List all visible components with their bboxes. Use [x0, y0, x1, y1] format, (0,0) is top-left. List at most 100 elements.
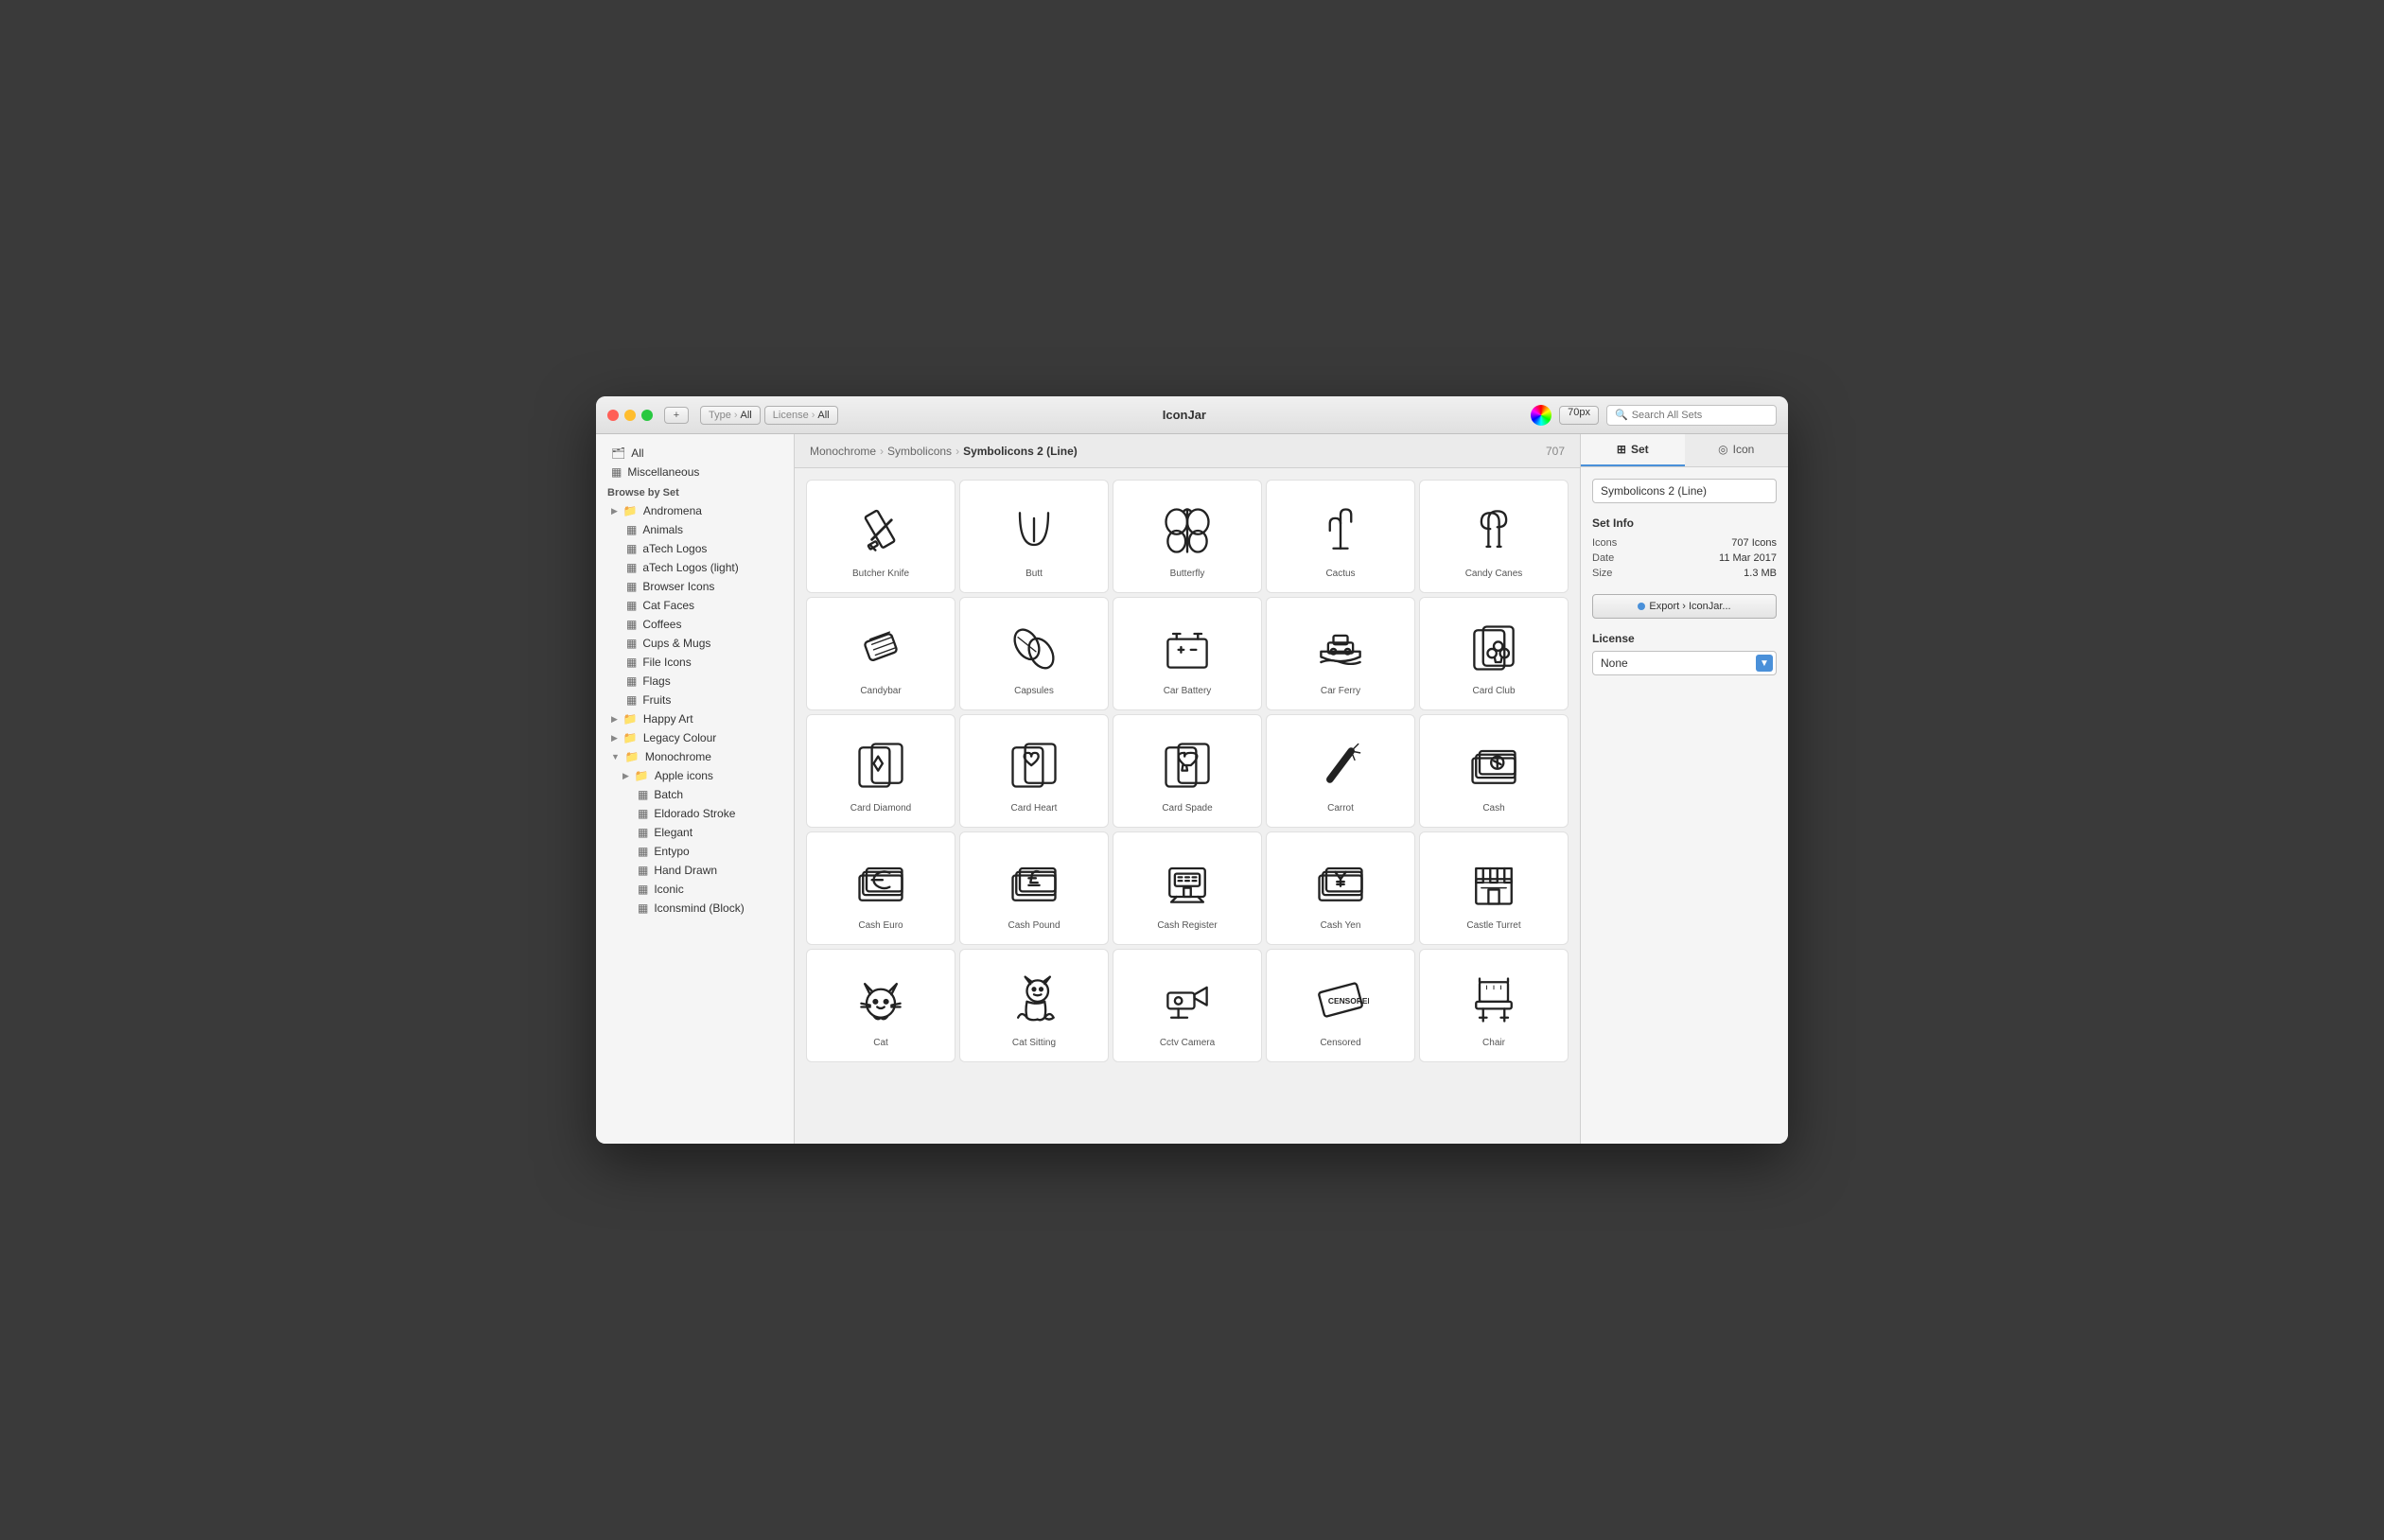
sidebar-item-fruits[interactable]: ▦ Fruits: [596, 691, 794, 709]
sidebar-item-iconic[interactable]: ▦ Iconic: [596, 880, 794, 899]
sidebar-item-catfaces[interactable]: ▦ Cat Faces: [596, 596, 794, 615]
license-select[interactable]: None MIT CC BY CC BY-SA: [1592, 651, 1777, 675]
sidebar-item-handdrawn[interactable]: ▦ Hand Drawn: [596, 861, 794, 880]
sidebar-item-animals[interactable]: ▦ Animals: [596, 520, 794, 539]
sidebar-item-andromeda[interactable]: ▶ 📁 Andromena: [596, 501, 794, 520]
icon-cell-cash-register[interactable]: Cash Register: [1113, 831, 1262, 945]
icon-car-ferry: [1310, 618, 1371, 678]
chevron-right-icon: ▶: [622, 771, 629, 781]
sidebar-item-fileicons[interactable]: ▦ File Icons: [596, 653, 794, 672]
color-wheel-icon[interactable]: [1531, 405, 1551, 426]
sidebar-item-atech-light[interactable]: ▦ aTech Logos (light): [596, 558, 794, 577]
content-area: Monochrome › Symbolicons › Symbolicons 2…: [795, 434, 1580, 1144]
grid-icon: ▦: [626, 674, 637, 688]
icon-cell-cactus[interactable]: Cactus: [1266, 480, 1415, 593]
license-section: License None MIT CC BY CC BY-SA ▼: [1592, 632, 1777, 675]
minimize-btn[interactable]: [624, 410, 636, 421]
icon-cell-card-club[interactable]: Card Club: [1419, 597, 1569, 710]
grid-icon: ▦: [611, 465, 622, 479]
icon-cell-card-heart[interactable]: Card Heart: [959, 714, 1109, 828]
icon-cell-butt[interactable]: Butt: [959, 480, 1109, 593]
breadcrumb-sep-2: ›: [955, 445, 959, 458]
set-name-input[interactable]: [1592, 479, 1777, 503]
grid-icon: ▦: [638, 788, 648, 801]
export-button[interactable]: Export › IconJar...: [1592, 594, 1777, 619]
folder-icon: 📁: [625, 750, 640, 763]
sidebar-item-flags[interactable]: ▦ Flags: [596, 672, 794, 691]
icon-cell-carrot[interactable]: Carrot: [1266, 714, 1415, 828]
sidebar-item-iconsmind[interactable]: ▦ Iconsmind (Block): [596, 899, 794, 918]
px-button[interactable]: 70px: [1559, 406, 1599, 425]
breadcrumb-part-1[interactable]: Monochrome: [810, 445, 876, 458]
icon-cell-censored[interactable]: CENSORED Censored: [1266, 949, 1415, 1062]
icon-cell-cat[interactable]: Cat: [806, 949, 955, 1062]
info-val-date: 11 Mar 2017: [1719, 552, 1777, 564]
grid-icon: ▦: [626, 693, 637, 707]
icon-cell-car-battery[interactable]: Car Battery: [1113, 597, 1262, 710]
icon-cell-candy-canes[interactable]: Candy Canes: [1419, 480, 1569, 593]
icon-cell-cat-sitting[interactable]: Cat Sitting: [959, 949, 1109, 1062]
info-row-icons: Icons 707 Icons: [1592, 535, 1777, 551]
window-title: IconJar: [846, 408, 1524, 422]
icon-cell-card-diamond[interactable]: Card Diamond: [806, 714, 955, 828]
sidebar-item-eldorado[interactable]: ▦ Eldorado Stroke: [596, 804, 794, 823]
sidebar-item-atech[interactable]: ▦ aTech Logos: [596, 539, 794, 558]
folder-icon: 📁: [623, 504, 638, 517]
titlebar: + Type › All License › All IconJar 70px …: [596, 396, 1788, 434]
sidebar-item-legacy[interactable]: ▶ 📁 Legacy Colour: [596, 728, 794, 747]
right-panel: ⊞ Set ◎ Icon Set Info Icons 707 Icons: [1580, 434, 1788, 1144]
icon-cell-capsules[interactable]: Capsules: [959, 597, 1109, 710]
icon-cell-cash-euro[interactable]: Cash Euro: [806, 831, 955, 945]
sidebar-item-batch[interactable]: ▦ Batch: [596, 785, 794, 804]
icon-cash-euro: [850, 852, 911, 913]
sidebar-item-happyart[interactable]: ▶ 📁 Happy Art: [596, 709, 794, 728]
icon-cell-butterfly[interactable]: Butterfly: [1113, 480, 1262, 593]
icon-label: Cat Sitting: [1012, 1038, 1056, 1048]
icon-cell-butcher-knife[interactable]: Butcher Knife: [806, 480, 955, 593]
icon-tab-label: Icon: [1733, 443, 1755, 456]
icon-butterfly: [1157, 500, 1218, 561]
sidebar-item-browser[interactable]: ▦ Browser Icons: [596, 577, 794, 596]
sidebar-item-misc[interactable]: ▦ Miscellaneous: [596, 463, 794, 481]
icon-cell-candybar[interactable]: Candybar: [806, 597, 955, 710]
search-bar: 🔍: [1606, 405, 1777, 426]
license-filter[interactable]: License › All: [764, 406, 838, 425]
icon-cell-castle-turret[interactable]: Castle Turret: [1419, 831, 1569, 945]
maximize-btn[interactable]: [641, 410, 653, 421]
sidebar-item-entypo[interactable]: ▦ Entypo: [596, 842, 794, 861]
type-filter[interactable]: Type › All: [700, 406, 761, 425]
main-layout: 🗂 All ▦ Miscellaneous Browse by Set ▶ 📁 …: [596, 434, 1788, 1144]
icon-cell-cash-pound[interactable]: Cash Pound: [959, 831, 1109, 945]
icon-label: Candybar: [860, 686, 901, 696]
tab-set[interactable]: ⊞ Set: [1581, 434, 1685, 466]
icon-cell-cash-yen[interactable]: Cash Yen: [1266, 831, 1415, 945]
sidebar-item-elegant[interactable]: ▦ Elegant: [596, 823, 794, 842]
sidebar-item-cups[interactable]: ▦ Cups & Mugs: [596, 634, 794, 653]
add-button[interactable]: +: [664, 407, 689, 424]
sidebar-item-all[interactable]: 🗂 All: [596, 444, 794, 463]
breadcrumb-part-2[interactable]: Symbolicons: [887, 445, 952, 458]
search-input[interactable]: [1632, 410, 1768, 421]
icon-cell-car-ferry[interactable]: Car Ferry: [1266, 597, 1415, 710]
icon-label: Chair: [1482, 1038, 1505, 1048]
icon-label: Cat: [873, 1038, 888, 1048]
icon-cell-cctv-camera[interactable]: Cctv Camera: [1113, 949, 1262, 1062]
icon-candybar: [850, 618, 911, 678]
icon-label: Candy Canes: [1465, 569, 1523, 579]
icon-cell-card-spade[interactable]: Card Spade: [1113, 714, 1262, 828]
info-label-size: Size: [1592, 568, 1612, 579]
icon-label: Censored: [1320, 1038, 1360, 1048]
icon-label: Cactus: [1325, 569, 1355, 579]
tab-icon[interactable]: ◎ Icon: [1685, 434, 1789, 466]
sidebar-item-apple[interactable]: ▶ 📁 Apple icons: [596, 766, 794, 785]
breadcrumb-sep-1: ›: [880, 445, 884, 458]
icon-cell-chair[interactable]: Chair: [1419, 949, 1569, 1062]
close-btn[interactable]: [607, 410, 619, 421]
icon-cactus: [1310, 500, 1371, 561]
icon-card-diamond: [850, 735, 911, 796]
icon-label: Butcher Knife: [852, 569, 909, 579]
sidebar-item-monochrome[interactable]: ▼ 📁 Monochrome: [596, 747, 794, 766]
sidebar-item-coffees[interactable]: ▦ Coffees: [596, 615, 794, 634]
icon-castle-turret: [1464, 852, 1524, 913]
icon-cell-cash[interactable]: Cash: [1419, 714, 1569, 828]
